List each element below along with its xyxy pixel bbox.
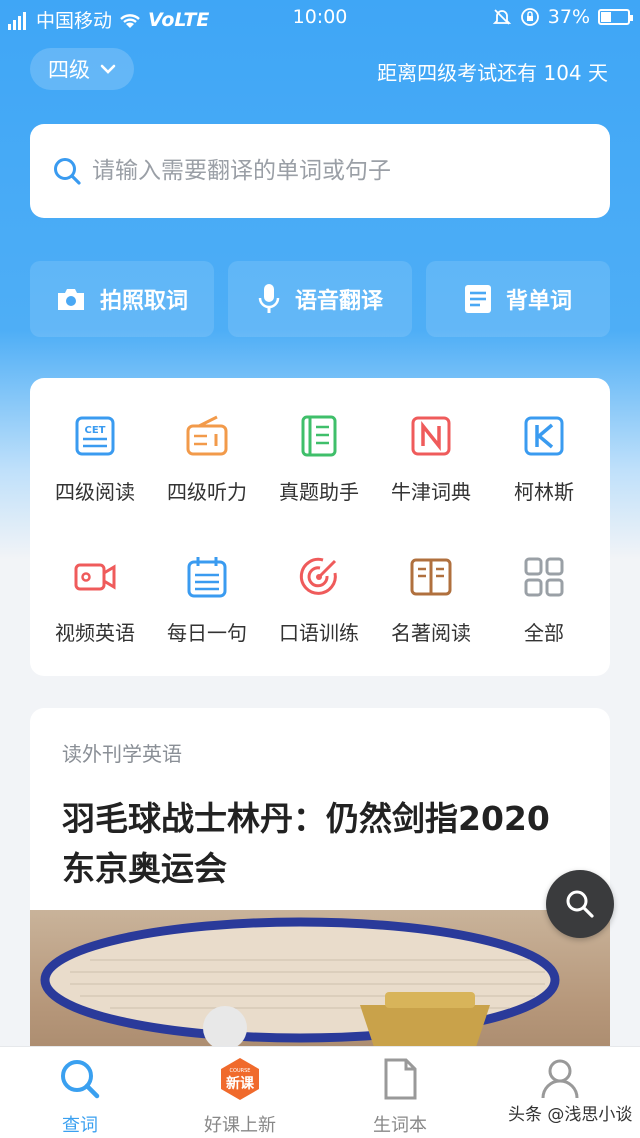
profile-icon [541,1059,579,1099]
target-icon [299,557,337,595]
video-icon [74,563,116,591]
voice-translate-label: 语音翻译 [294,289,383,314]
svg-text:CET: CET [85,425,106,436]
level-label: 四级 [48,58,90,82]
article-image[interactable] [30,910,610,1068]
level-selector[interactable]: 四级 [30,48,134,90]
tool-label: 柯林斯 [514,480,574,504]
photo-lookup-label: 拍照取词 [99,289,188,314]
photo-lookup-button[interactable]: 拍照取词 [30,261,214,337]
grid-icon [524,557,564,597]
voice-translate-button[interactable]: 语音翻译 [228,261,412,337]
tab-label: 好课上新 [204,1115,276,1136]
tool-daily-sentence[interactable]: 每日一句 [149,555,265,646]
quick-actions: 拍照取词 语音翻译 背单词 [30,261,610,337]
chevron-down-icon [100,64,116,74]
watermark: 头条 @浅思小谈 [508,1105,633,1125]
tool-label: 真题助手 [279,480,359,504]
tool-label: 视频英语 [55,621,135,645]
tool-speaking-practice[interactable]: 口语训练 [261,555,377,646]
tool-collins[interactable]: 柯林斯 [486,414,602,505]
search-icon [61,1060,100,1099]
tool-video-english[interactable]: 视频英语 [37,555,153,646]
badminton-racket-image [40,917,560,1050]
tool-exam-helper[interactable]: 真题助手 [261,414,377,505]
tool-label: 口语训练 [279,621,359,645]
cet-icon: CET [75,416,115,456]
article-card[interactable]: 读外刊学英语 羽毛球战士林丹：仍然剑指2020东京奥运会 [30,708,610,1068]
tools-grid: CET 四级阅读 四级听力 真题助手 牛津词典 柯林斯 视频英语 每日一句 口语… [30,378,610,676]
tool-label: 全部 [524,621,564,645]
tool-all[interactable]: 全部 [486,555,602,646]
radio-icon [186,415,228,456]
tab-label: 查词 [62,1115,98,1136]
book-icon [301,415,337,457]
article-category: 读外刊学英语 [62,742,182,766]
search-icon [566,890,594,918]
tool-label: 名著阅读 [391,621,471,645]
floating-search-button[interactable] [546,870,614,938]
memorize-words-label: 背单词 [505,289,572,314]
tool-classics-reading[interactable]: 名著阅读 [373,555,489,646]
collins-k-icon [524,416,564,456]
tool-oxford-dictionary[interactable]: 牛津词典 [373,414,489,505]
course-badge-small: COURSE [230,1068,251,1074]
tab-vocab-book[interactable]: 生词本 [320,1047,480,1138]
tool-label: 牛津词典 [391,480,471,504]
new-course-icon: COURSE 新课 [221,1058,259,1100]
calendar-icon [187,557,227,598]
camera-icon [57,289,84,310]
microphone-icon [258,284,280,313]
memorize-words-button[interactable]: 背单词 [426,261,610,337]
tool-label: 四级阅读 [55,480,135,504]
battery-icon [598,9,633,25]
tab-label: 生词本 [373,1115,427,1136]
tool-cet4-reading[interactable]: CET 四级阅读 [37,414,153,505]
exam-countdown: 距离四级考试还有 104 天 [377,61,608,85]
battery-percent: 37% [547,6,590,28]
mute-icon [492,9,511,25]
article-title[interactable]: 羽毛球战士林丹：仍然剑指2020东京奥运会 [62,794,582,894]
oxford-n-icon [411,416,451,456]
course-badge-text: 新课 [226,1075,255,1092]
rotation-lock-icon [520,8,539,26]
search-input[interactable] [92,158,562,184]
tab-lookup[interactable]: 查词 [0,1047,160,1138]
open-book-icon [410,558,452,596]
tool-label: 四级听力 [167,480,247,504]
document-icon [464,285,491,313]
notebook-icon [384,1058,417,1100]
search-box[interactable] [30,124,610,218]
search-icon [54,158,81,185]
tool-label: 每日一句 [167,621,247,645]
tab-new-courses[interactable]: COURSE 新课 好课上新 [160,1047,320,1138]
status-bar: 中国移动 VoLTE 10:00 37% [0,0,640,34]
tool-cet4-listening[interactable]: 四级听力 [149,414,265,505]
